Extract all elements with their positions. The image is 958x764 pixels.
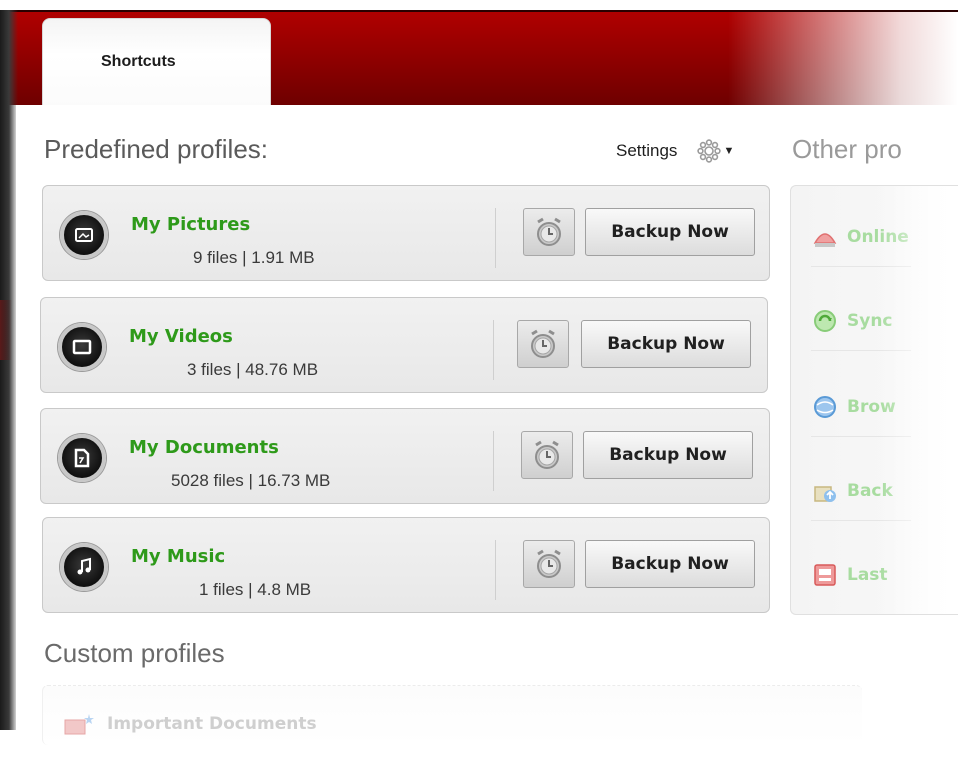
profile-name[interactable]: My Videos (129, 326, 233, 347)
profile-card-documents: My Documents 5028 files | 16.73 MB Backu… (40, 408, 770, 504)
predefined-profiles-title: Predefined profiles: (44, 134, 269, 164)
settings-menu[interactable]: Settings ▼ (616, 138, 734, 164)
document-icon (58, 434, 106, 482)
backup-now-button[interactable]: Backup Now (585, 208, 755, 256)
divider (495, 540, 496, 600)
backup-now-button[interactable]: Backup Now (581, 320, 751, 368)
schedule-button[interactable] (521, 431, 573, 479)
profile-card-music: My Music 1 files | 4.8 MB Backup Now (42, 517, 770, 613)
tab-shortcuts-label: Shortcuts (101, 53, 176, 70)
picture-icon (60, 211, 108, 259)
online-storage-icon (813, 233, 837, 247)
sync-icon (814, 310, 836, 332)
profile-card-pictures: My Pictures 9 files | 1.91 MB Backup Now (42, 185, 770, 281)
alarm-clock-icon (531, 329, 555, 358)
divider (493, 431, 494, 491)
chevron-down-icon[interactable]: ▼ (723, 145, 734, 157)
schedule-button[interactable] (517, 320, 569, 368)
divider (495, 208, 496, 268)
custom-profile-label: Important Documents (107, 714, 317, 734)
schedule-button[interactable] (523, 540, 575, 588)
backup-now-button[interactable]: Backup Now (585, 540, 755, 588)
music-icon (60, 543, 108, 591)
last-backup-icon (814, 564, 836, 586)
settings-label: Settings (616, 141, 678, 160)
custom-profiles-title: Custom profiles (44, 638, 225, 668)
profile-meta: 1 files | 4.8 MB (199, 580, 312, 599)
other-profiles-title: Other pro (792, 134, 902, 164)
gear-icon[interactable] (697, 139, 722, 163)
video-icon (58, 323, 106, 371)
backup-now-button[interactable]: Backup Now (583, 431, 753, 479)
custom-profile-important-documents[interactable]: Important Documents (63, 710, 317, 738)
profile-meta: 5028 files | 16.73 MB (171, 471, 331, 490)
profile-meta: 9 files | 1.91 MB (193, 248, 315, 267)
alarm-clock-icon (535, 440, 559, 469)
custom-profiles-panel: Important Documents (42, 685, 862, 745)
profile-name[interactable]: My Pictures (131, 214, 250, 235)
app-window: Shortcuts Predefined profiles: Settings (0, 0, 958, 764)
alarm-clock-icon (537, 549, 561, 578)
tab-shortcuts[interactable]: Shortcuts (42, 18, 271, 108)
schedule-button[interactable] (523, 208, 575, 256)
profile-name[interactable]: My Documents (129, 437, 279, 458)
profile-card-videos: My Videos 3 files | 48.76 MB Backup Now (40, 297, 768, 393)
browse-icon (814, 396, 836, 418)
other-profiles-panel: Online Sync Brow Back La (790, 185, 958, 615)
backup-icon (814, 486, 836, 502)
important-documents-icon (64, 714, 94, 735)
profile-meta: 3 files | 48.76 MB (187, 360, 319, 379)
divider (493, 320, 494, 380)
alarm-clock-icon (537, 217, 561, 246)
profile-name[interactable]: My Music (131, 546, 225, 567)
